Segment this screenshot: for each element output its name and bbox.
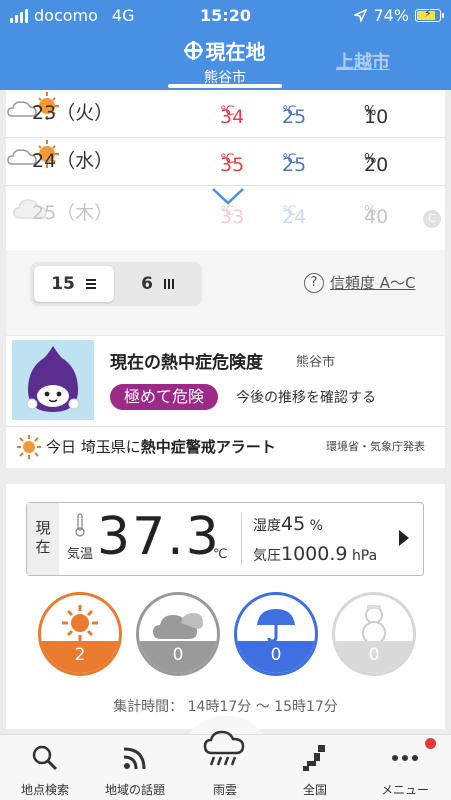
sunny-count: 2 [38,592,122,676]
toggle-15-day[interactable]: 15 [34,266,114,302]
bottom-tab-bar: 地点検索 地域の話題 雨雲 全国 メニュー [0,730,451,800]
humidity: 湿度45 % [253,513,323,535]
temp-label: 気温 [67,547,94,562]
thermometer-icon [75,513,85,537]
alert-source: 環境省・気象庁発表 [326,440,425,453]
tab-topics[interactable]: 地域の話題 [90,735,180,800]
forecast-high: 34 ℃ [220,104,245,128]
cloud-icon [153,613,203,639]
forecast-high: 35 ℃ [220,152,245,176]
heatstroke-title: 現在の熱中症危険度 [110,353,263,373]
columns-icon [163,279,174,289]
days-toggle: 15 6 [30,262,202,306]
forecast-precip: 20% [364,152,389,176]
mascot-icon [26,346,80,412]
umbrella-icon [257,609,295,643]
battery-percent: 74% [373,6,409,25]
current-conditions-card: 現在 気温 37.3 ℃ 湿度45 % 気圧1000.9 hPa 2 0 0 0… [6,484,445,729]
snowman-icon [362,605,386,645]
check-trend-link[interactable]: 今後の推移を確認する [236,387,376,407]
chevron-right-icon[interactable] [399,530,409,546]
temp-unit: ℃ [213,547,228,562]
heatstroke-place: 熊谷市 [296,355,336,370]
forecast-low: 25 ℃ [282,152,307,176]
location-arrow-icon [354,9,368,22]
more-dots-icon [392,755,418,761]
japan-map-icon [303,745,325,771]
list-icon [85,279,96,289]
toggle-6-hour[interactable]: 6 [118,266,198,302]
reliability-label: 信頼度 A〜C [330,274,416,292]
crosshair-icon [183,41,203,60]
tab-current-location[interactable]: 現在地 熊谷市 [168,36,282,88]
current-obs-box[interactable]: 現在 気温 37.3 ℃ 湿度45 % 気圧1000.9 hPa [26,502,424,576]
rss-icon [123,747,146,770]
forecast-precip: 10% [364,104,389,128]
heatstroke-card[interactable]: 現在の熱中症危険度 熊谷市 極めて危険 今後の推移を確認する 今日 埼玉県に熱中… [6,336,445,468]
current-temperature: 37.3 [97,507,221,567]
app-header: docomo 4G 15:20 74% ⚡ 現在地 熊谷市 上越市 [0,0,451,90]
divider [6,426,445,427]
question-icon: ? [304,272,324,293]
forecast-day: 23（火） [32,102,114,124]
chevron-down-icon[interactable] [211,186,245,206]
rain-cloud-icon [203,730,245,766]
snowy-count: 0 [332,592,416,676]
tab-joetsu[interactable]: 上越市 [336,48,390,74]
forecast-day: 25（木） [32,202,114,224]
tab-menu[interactable]: メニュー [360,735,450,800]
forecast-low: 25 ℃ [282,104,307,128]
mascot-image [12,340,94,420]
danger-level-badge: 極めて危険 [110,384,219,410]
cloudy-count: 0 [136,592,220,676]
sun-icon [17,435,41,459]
heat-alert[interactable]: 今日 埼玉県に熱中症警戒アラート [46,436,276,457]
scroll-badge: C [423,210,441,228]
forecast-day: 24（水） [32,150,114,172]
status-bar: docomo 4G 15:20 74% ⚡ [0,0,451,30]
forecast-low: 24 ℃ [282,204,307,228]
tab-current-location-title: 現在地 [205,40,266,64]
search-icon [32,745,58,771]
notification-dot [425,738,436,749]
sun-icon [62,605,98,641]
forecast-precip: 40% [364,204,389,228]
active-tab-indicator [168,84,282,88]
daily-forecast-card: 23（火） 34 ℃ 25 ℃ 10% 24（水） 35 ℃ 25 ℃ 20% 25（木… [6,90,445,335]
tab-rain-radar[interactable]: 雨雲 [180,730,270,800]
forecast-row[interactable]: 24（水） 35 ℃ 25 ℃ 20% [6,138,445,186]
pressure: 気圧1000.9 hPa [253,543,378,565]
divider [241,513,242,565]
battery-icon: ⚡ [415,7,444,22]
aggregation-period: 集計時間： 14時17分 〜 15時17分 [113,699,338,715]
reliability-link[interactable]: ? 信頼度 A〜C [304,272,416,293]
rainy-count: 0 [234,592,318,676]
tab-search[interactable]: 地点検索 [0,735,90,800]
current-label: 現在 [27,503,59,575]
status-right: 74% ⚡ [354,6,444,25]
forecast-row[interactable]: 23（火） 34 ℃ 25 ℃ 10% [6,90,445,138]
tab-nationwide[interactable]: 全国 [270,735,360,800]
